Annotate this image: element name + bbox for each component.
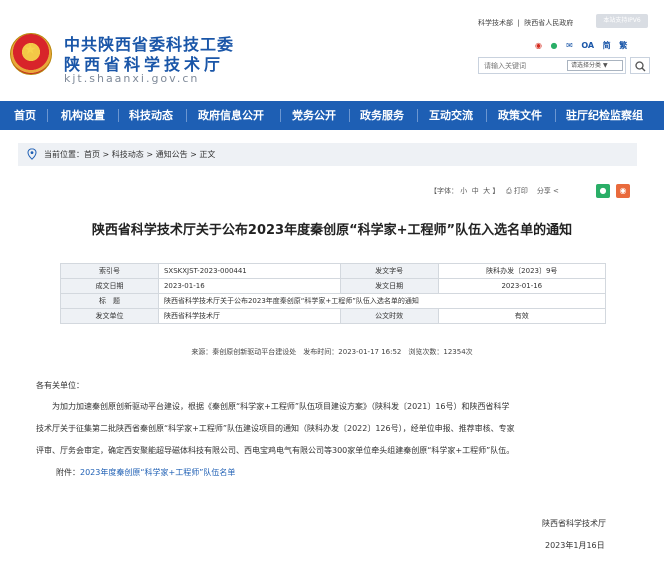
index-value: SXSKXJST-2023-000441 (157, 263, 341, 279)
top-link-separator: | (515, 19, 523, 27)
signature-date: 2023年1月16日 (545, 541, 605, 550)
breadcrumb-path[interactable]: 首页 > 科技动态 > 通知公告 > 正文 (84, 150, 215, 159)
nav-divider (349, 109, 350, 122)
search-input[interactable] (479, 58, 561, 73)
national-emblem-icon: ★ (10, 33, 52, 75)
nav-item-news[interactable]: 科技动态 (129, 101, 173, 130)
nav-divider (47, 109, 48, 122)
published-date-value: 2023-01-16 (437, 278, 607, 294)
doc-number-label: 发文字号 (339, 263, 439, 279)
table-row: 标 题 陕西省科学技术厅关于公布2023年度秦创原“科学家+工程师”队伍入选名单… (60, 293, 607, 309)
search-box: 请选择分类 ▼ (478, 57, 626, 74)
ipv6-badge: 本站支持IPV6 (596, 14, 648, 28)
title-value: 陕西省科学技术厅关于公布2023年度秦创原“科学家+工程师”队伍入选名单的通知 (157, 293, 607, 309)
breadcrumb-text: 当前位置：首页 > 科技动态 > 通知公告 > 正文 (44, 143, 215, 166)
attachment-label: 附件： (56, 468, 80, 477)
breadcrumb-label: 当前位置： (44, 150, 84, 159)
share-wechat-icon[interactable]: ● (596, 184, 610, 198)
simplified-chinese-icon[interactable]: 简 (603, 40, 611, 51)
table-row: 索引号 SXSKXJST-2023-000441 发文字号 陕科办发〔2023〕… (60, 263, 607, 279)
font-size-large[interactable]: 大 (483, 184, 490, 198)
site-domain: kjt.shaanxi.gov.cn (64, 72, 200, 85)
mail-icon[interactable]: ✉ (566, 41, 573, 50)
top-link-province[interactable]: 陕西省人民政府 (524, 18, 573, 28)
weibo-icon[interactable]: ◉ (535, 41, 542, 50)
top-links: 科学技术部 | 陕西省人民政府 (478, 18, 573, 28)
salutation: 各有关单位： (36, 381, 84, 390)
source-info: 来源：秦创原创新驱动平台建设处 发布时间：2023-01-17 16:52 浏览… (191, 348, 473, 356)
nav-divider (417, 109, 418, 122)
nav-item-interaction[interactable]: 互动交流 (429, 101, 473, 130)
table-row: 发文单位 陕西省科学技术厅 公文时效 有效 (60, 308, 607, 324)
nav-divider (486, 109, 487, 122)
nav-divider (118, 109, 119, 122)
header-icons: ◉ ● ✉ OA 简 繁 (535, 40, 633, 51)
font-size-medium[interactable]: 中 (472, 184, 479, 198)
nav-item-services[interactable]: 政务服务 (360, 101, 404, 130)
body-line: 为加力加速秦创原创新驱动平台建设，根据《秦创原“科学家+工程师”队伍项目建设方案… (52, 402, 510, 411)
doc-number-value: 陕科办发〔2023〕9号 (437, 263, 607, 279)
article-title: 陕西省科学技术厅关于公布2023年度秦创原“科学家+工程师”队伍入选名单的通知 (91, 223, 573, 238)
share-label: 分享 (536, 187, 551, 195)
font-size-label: 【字体： (430, 187, 458, 195)
breadcrumb: 当前位置：首页 > 科技动态 > 通知公告 > 正文 (18, 143, 637, 166)
search-category-select[interactable]: 请选择分类 ▼ (567, 60, 623, 71)
search-icon (635, 61, 646, 72)
issuer-label: 发文单位 (60, 308, 159, 324)
traditional-chinese-icon[interactable]: 繁 (619, 40, 627, 51)
created-date-label: 成文日期 (60, 278, 159, 294)
index-label: 索引号 (60, 263, 159, 279)
nav-divider (555, 109, 556, 122)
attachment-link[interactable]: 2023年度秦创原“科学家+工程师”队伍名单 (80, 468, 235, 477)
search-button[interactable] (630, 57, 650, 74)
table-row: 成文日期 2023-01-16 发文日期 2023-01-16 (60, 278, 607, 294)
print-icon[interactable]: ⎙ (506, 184, 512, 198)
attachment: 附件：2023年度秦创原“科学家+工程师”队伍名单 (56, 467, 235, 478)
font-size-small[interactable]: 小 (460, 184, 467, 198)
top-link-most[interactable]: 科学技术部 (478, 18, 513, 28)
article-tools: 【字体： 小 中 大 】 ⎙ 打印 分享 < (430, 184, 559, 198)
site-header: ★ 中共陕西省委科技工委 陕西省科学技术厅 kjt.shaanxi.gov.cn… (0, 0, 664, 100)
share-weibo-icon[interactable]: ◉ (616, 184, 630, 198)
print-button[interactable]: 打印 (514, 184, 528, 198)
share-icon[interactable]: < (553, 184, 559, 198)
nav-item-policies[interactable]: 政策文件 (498, 101, 542, 130)
search-category-label: 请选择分类 (571, 62, 602, 69)
wechat-icon[interactable]: ● (551, 41, 558, 50)
oa-icon[interactable]: OA (581, 41, 594, 50)
signature-org: 陕西省科学技术厅 (542, 519, 606, 528)
created-date-value: 2023-01-16 (157, 278, 341, 294)
nav-item-home[interactable]: 首页 (14, 101, 36, 130)
nav-item-party-affairs[interactable]: 党务公开 (292, 101, 336, 130)
article-body: 为加力加速秦创原创新驱动平台建设，根据《秦创原“科学家+工程师”队伍项目建设方案… (36, 396, 626, 462)
nav-divider (280, 109, 281, 122)
document-meta-table: 索引号 SXSKXJST-2023-000441 发文字号 陕科办发〔2023〕… (60, 263, 607, 324)
nav-item-inspection[interactable]: 驻厅纪检监察组 (566, 101, 643, 130)
main-nav: 首页 机构设置 科技动态 政府信息公开 党务公开 政务服务 互动交流 政策文件 … (0, 101, 664, 130)
font-size-end: 】 (492, 187, 500, 195)
published-date-label: 发文日期 (339, 278, 439, 294)
nav-item-organization[interactable]: 机构设置 (61, 101, 105, 130)
nav-item-gov-info[interactable]: 政府信息公开 (198, 101, 264, 130)
location-pin-icon (27, 148, 37, 160)
body-line: 评审、厅务会审定，确定西安聚能超导磁体科技有限公司、西电宝鸡电气有限公司等300… (36, 446, 515, 455)
chevron-down-icon: ▼ (602, 62, 608, 69)
body-line: 技术厅关于征集第二批陕西省秦创原“科学家+工程师”队伍建设项目的通知（陕科办发〔… (36, 424, 515, 433)
validity-label: 公文时效 (339, 308, 439, 324)
validity-value: 有效 (437, 308, 607, 324)
issuer-value: 陕西省科学技术厅 (157, 308, 341, 324)
title-label: 标 题 (60, 293, 159, 309)
nav-divider (186, 109, 187, 122)
